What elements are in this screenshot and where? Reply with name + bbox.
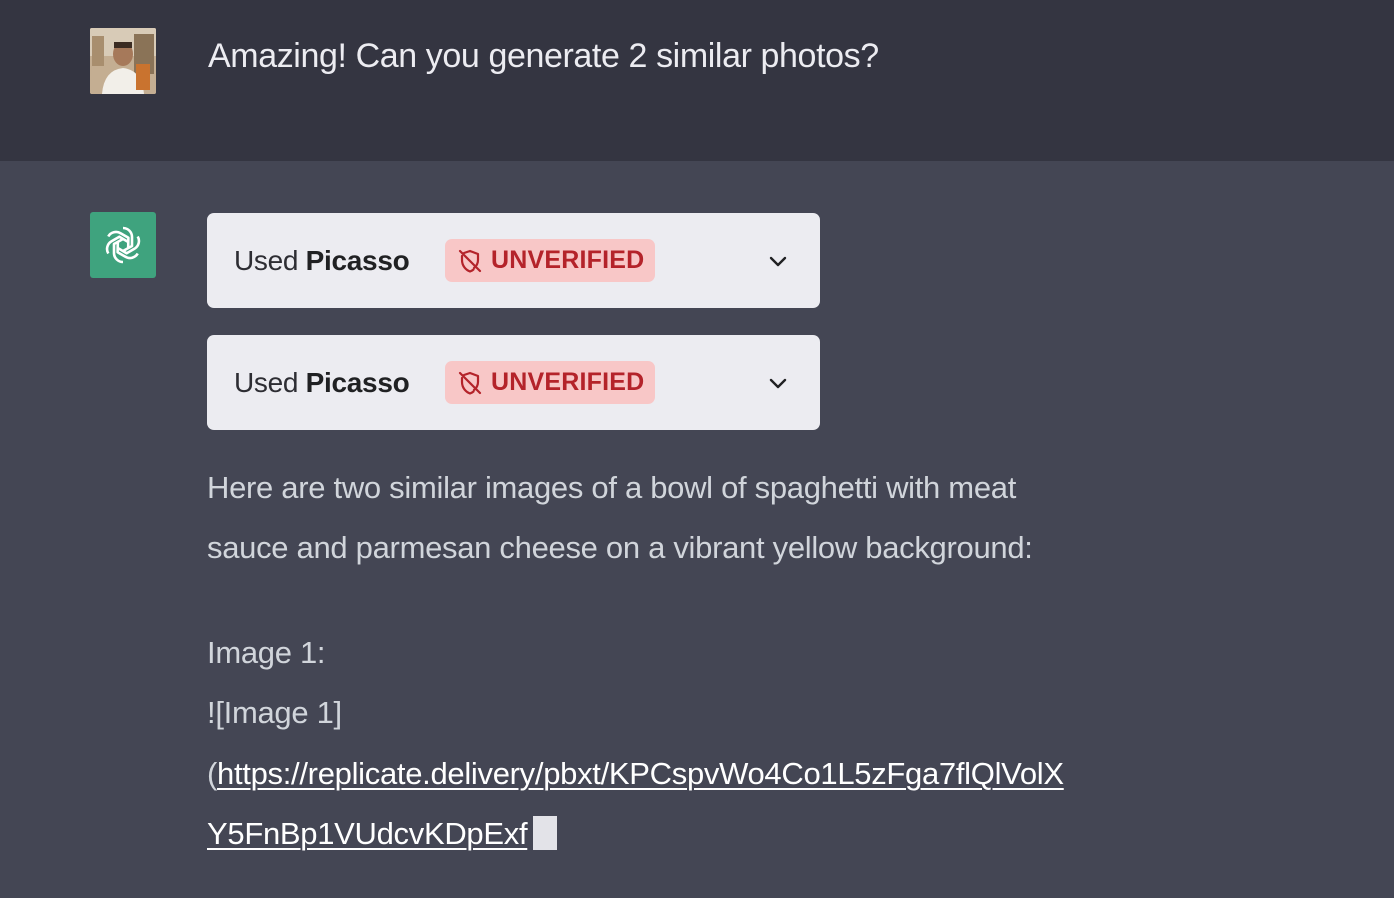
image-url-link[interactable]: https://replicate.delivery/pbxt/KPCspvWo… (217, 756, 1064, 791)
image-link-line-1: (https://replicate.delivery/pbxt/KPCspvW… (207, 756, 1064, 792)
plugin-name: Picasso (305, 245, 410, 276)
plugin-used-label: Used Picasso (234, 243, 410, 279)
plugin-call-card[interactable]: Used Picasso UNVERIFIED (207, 213, 820, 308)
user-photo-avatar-icon (90, 28, 156, 94)
badge-label: UNVERIFIED (491, 368, 645, 396)
image-markdown-alt: ![Image 1] (207, 695, 342, 730)
image-heading: Image 1: (207, 635, 326, 670)
plugin-call-card[interactable]: Used Picasso UNVERIFIED (207, 335, 820, 430)
chevron-down-icon[interactable] (766, 249, 790, 273)
user-message-row: Amazing! Can you generate 2 similar phot… (0, 0, 1394, 161)
openai-logo-icon (105, 226, 141, 264)
plugin-used-label: Used Picasso (234, 365, 410, 401)
chevron-down-icon[interactable] (766, 371, 790, 395)
response-line-1: Here are two similar images of a bowl of… (207, 470, 1017, 505)
used-prefix: Used (234, 367, 299, 398)
typing-cursor (533, 816, 558, 850)
link-open-paren: ( (207, 756, 218, 791)
image-url-link-continued[interactable]: Y5FnBp1VUdcvKDpExf (207, 816, 528, 851)
unverified-badge: UNVERIFIED (445, 239, 655, 282)
shield-off-icon (458, 371, 482, 395)
user-avatar (90, 28, 156, 94)
plugin-name: Picasso (305, 367, 410, 398)
assistant-avatar (90, 212, 156, 278)
unverified-badge: UNVERIFIED (445, 361, 655, 404)
user-message-text: Amazing! Can you generate 2 similar phot… (208, 37, 879, 75)
badge-label: UNVERIFIED (491, 246, 645, 274)
used-prefix: Used (234, 245, 299, 276)
response-line-2: sauce and parmesan cheese on a vibrant y… (207, 530, 1033, 565)
image-link-line-2: Y5FnBp1VUdcvKDpExf (207, 816, 558, 852)
shield-off-icon (458, 249, 482, 273)
